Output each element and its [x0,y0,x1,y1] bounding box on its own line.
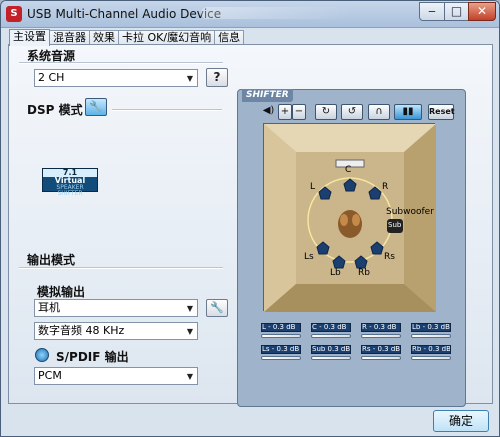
speaker-app-icon: S [6,6,22,22]
channel-level-ls: Ls - 0.3 dB [261,345,301,354]
channel-level-text: Ls - 0.3 dB [262,345,300,353]
channel-level-sub: Sub 0.3 dB [311,345,351,354]
digital-audio-select[interactable]: 数字音频 48 KHz ▼ [34,322,198,340]
spdif-toggle-icon[interactable] [35,348,49,362]
analog-output-value: 耳机 [38,301,60,314]
channel-level-text: C - 0.3 dB [312,323,347,331]
headphone-icon[interactable]: ∩ [368,104,390,120]
channel-level-text: Rb - 0.3 dB [412,345,451,353]
speaker-label-l: L [310,182,316,192]
speaker-stage-graphic [264,124,436,312]
subwoofer-label: Subwoofer [386,207,434,217]
spdif-format-select[interactable]: PCM ▼ [34,367,198,385]
speaker-label-r: R [382,182,389,192]
speaker-layout-icon[interactable]: ▮▮ [394,104,422,120]
virtual-7-1-badge[interactable]: 7.1 Virtual SPEAKER SHIFTER [42,168,98,197]
close-button[interactable]: ✕ [468,2,496,21]
channel-slider-c[interactable] [311,334,351,338]
analog-output-label: 模拟输出 [37,285,86,299]
chevron-down-icon: ▼ [186,74,193,83]
channel-slider-rs[interactable] [361,356,401,360]
subwoofer-icon-label: Sub [388,221,402,229]
add-icon[interactable]: + [278,104,292,120]
speaker-volume-icon[interactable]: ◀) [261,104,276,120]
maximize-button[interactable]: □ [444,2,469,21]
speaker-label-ls: Ls [304,252,314,262]
analog-output-select[interactable]: 耳机 ▼ [34,299,198,317]
channel-level-text: Rs - 0.3 dB [362,345,401,353]
reset-button[interactable]: Reset [428,104,455,120]
main-settings-panel: 系统音源 2 CH ▼ ? DSP 模式 🔧 7.1 Virtual SPEAK… [8,44,493,407]
badge-shifter-text: SPEAKER SHIFTER [56,184,84,197]
chevron-down-icon: ▼ [186,304,193,313]
speaker-label-rb: Rb [358,268,370,278]
remove-icon[interactable]: − [292,104,306,120]
speaker-label-rs: Rs [384,252,395,262]
tab-info[interactable]: 信息 [214,30,245,45]
channel-slider-sub[interactable] [311,356,351,360]
channel-slider-rb[interactable] [411,356,451,360]
app-window: S USB Multi-Channel Audio Device ‒ □ ✕ 主… [0,0,500,437]
digital-audio-value: 数字音频 48 KHz [38,324,125,337]
title-bar-glare [201,7,351,19]
speaker-label-c: C [345,165,352,175]
channel-slider-l[interactable] [261,334,301,338]
channel-slider-r[interactable] [361,334,401,338]
analog-settings-wrench-icon[interactable]: 🔧 [206,299,228,317]
title-bar: S USB Multi-Channel Audio Device ‒ □ ✕ [1,1,499,28]
shifter-title: SHIFTER [242,89,293,102]
help-button[interactable]: ? [206,68,228,87]
channel-level-rs: Rs - 0.3 dB [361,345,401,354]
channel-level-text: R - 0.3 dB [362,323,397,331]
channel-level-rb: Rb - 0.3 dB [411,345,451,354]
dsp-mode-label: DSP 模式 [27,103,83,117]
tab-karaoke[interactable]: 卡拉 OK/魔幻音响 [118,30,216,45]
divider [112,109,222,111]
speaker-label-lb: Lb [330,268,341,278]
tab-bar: 主设置 混音器 效果 卡拉 OK/魔幻音响 信息 [9,29,245,46]
channel-slider-ls[interactable] [261,356,301,360]
system-source-select[interactable]: 2 CH ▼ [34,69,198,87]
channel-slider-lb[interactable] [411,334,451,338]
window-title: USB Multi-Channel Audio Device [27,7,222,21]
dsp-settings-wrench-icon[interactable]: 🔧 [85,98,107,116]
channel-level-r: R - 0.3 dB [361,323,401,332]
chevron-down-icon: ▼ [186,372,193,381]
channel-level-l: L - 0.3 dB [261,323,301,332]
ok-button[interactable]: 确定 [433,410,489,432]
tab-effects[interactable]: 效果 [89,30,119,45]
channel-level-text: L - 0.3 dB [262,323,296,331]
spdif-output-label: S/PDIF 输出 [56,350,129,364]
spdif-format-value: PCM [38,369,62,382]
tab-main-settings[interactable]: 主设置 [9,29,50,46]
channel-level-c: C - 0.3 dB [311,323,351,332]
speaker-shifter-panel: SHIFTER ◀) + − ↻ ↺ ∩ ▮▮ Reset C L R Ls R… [237,89,466,407]
chevron-down-icon: ▼ [186,327,193,336]
divider [19,267,223,269]
channel-level-text: Lb - 0.3 dB [412,323,450,331]
channel-level-text: Sub 0.3 dB [312,345,351,353]
channel-level-lb: Lb - 0.3 dB [411,323,451,332]
system-source-value: 2 CH [38,71,65,84]
rotate-counterclockwise-icon[interactable]: ↺ [341,104,363,120]
output-mode-label: 输出模式 [27,253,76,267]
rotate-clockwise-icon[interactable]: ↻ [315,104,337,120]
divider [19,62,223,64]
tab-mixer[interactable]: 混音器 [49,30,90,45]
minimize-button[interactable]: ‒ [419,2,445,21]
speaker-stage: C L R Ls Rs Lb Rb Sub Subwoofer [263,123,436,312]
